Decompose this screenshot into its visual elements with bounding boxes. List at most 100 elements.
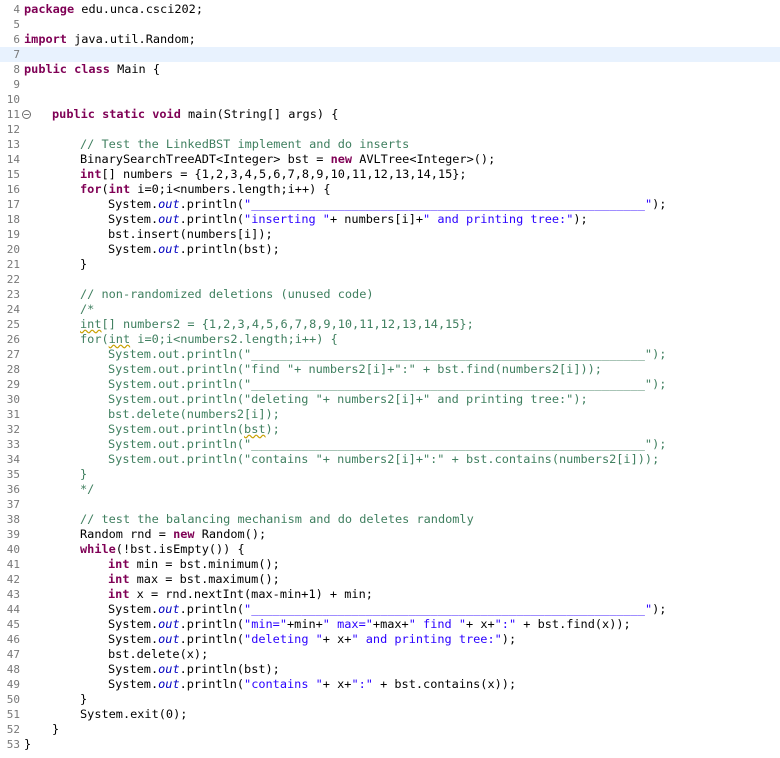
code-text[interactable]: System.out.println(bst); (108, 242, 280, 257)
code-comment[interactable]: System.out.println(bst); (108, 422, 280, 437)
code-text[interactable]: int[] numbers = {1,2,3,4,5,6,7,8,9,10,11… (80, 167, 467, 182)
code-comment[interactable]: System.out.println("contains "+ numbers2… (108, 452, 659, 467)
code-text[interactable]: System.exit(0); (80, 707, 187, 722)
line-number: 15 (6, 168, 20, 181)
code-text[interactable]: import java.util.Random; (24, 32, 196, 47)
line-number: 6 (13, 33, 20, 46)
code-line: 15 int[] numbers = {1,2,3,4,5,6,7,8,9,10… (0, 167, 780, 182)
code-comment[interactable]: System.out.println("____________________… (108, 437, 666, 452)
line-number: 37 (6, 498, 20, 511)
line-number: 32 (6, 423, 20, 436)
code-text[interactable]: System.out.println("____________________… (108, 197, 666, 212)
code-text[interactable]: System.out.println("contains "+ x+":" + … (108, 677, 516, 692)
code-line: 33 System.out.println("_________________… (0, 437, 780, 452)
line-number: 10 (6, 93, 20, 106)
code-comment[interactable]: bst.delete(numbers2[i]); (108, 407, 280, 422)
code-text[interactable]: } (80, 257, 87, 272)
line-number: 33 (6, 438, 20, 451)
code-comment[interactable]: int[] numbers2 = {1,2,3,4,5,6,7,8,9,10,1… (80, 317, 474, 332)
code-comment[interactable]: System.out.println("deleting "+ numbers2… (108, 392, 588, 407)
code-line: 12 (0, 122, 780, 137)
code-text[interactable]: Random rnd = new Random(); (80, 527, 266, 542)
code-text[interactable]: public static void main(String[] args) { (52, 107, 338, 122)
code-line: 51 System.exit(0); (0, 707, 780, 722)
code-comment[interactable]: /* (80, 302, 94, 317)
current-line-highlight: 7 (0, 47, 780, 62)
code-line: 4 package edu.unca.csci202; (0, 2, 780, 17)
code-line: 5 (0, 17, 780, 32)
code-line: 13 // Test the LinkedBST implement and d… (0, 137, 780, 152)
line-number: 30 (6, 393, 20, 406)
code-comment[interactable]: System.out.println("____________________… (108, 377, 666, 392)
code-text[interactable]: BinarySearchTreeADT<Integer> bst = new A… (80, 152, 495, 167)
code-line: 35 } (0, 467, 780, 482)
line-number: 45 (6, 618, 20, 631)
line-number: 17 (6, 198, 20, 211)
code-text[interactable]: System.out.println("inserting "+ numbers… (108, 212, 588, 227)
line-number: 38 (6, 513, 20, 526)
code-line: 10 (0, 92, 780, 107)
code-line: 52 } (0, 722, 780, 737)
code-line: 43 int x = rnd.nextInt(max-min+1) + min; (0, 587, 780, 602)
code-text[interactable]: int min = bst.minimum(); (108, 557, 280, 572)
code-text[interactable]: System.out.println("min="+min+" max="+ma… (108, 617, 631, 632)
code-line: 45 System.out.println("min="+min+" max="… (0, 617, 780, 632)
line-number: 19 (6, 228, 20, 241)
code-editor[interactable]: 4 package edu.unca.csci202; 5 6 import j… (0, 0, 780, 758)
code-comment[interactable]: System.out.println("____________________… (108, 347, 666, 362)
line-number: 52 (6, 723, 20, 736)
code-text[interactable]: bst.delete(x); (108, 647, 208, 662)
code-line: 17 System.out.println("_________________… (0, 197, 780, 212)
line-number: 48 (6, 663, 20, 676)
code-line: 34 System.out.println("contains "+ numbe… (0, 452, 780, 467)
code-comment[interactable]: for(int i=0;i<numbers2.length;i++) { (80, 332, 338, 347)
line-number: 24 (6, 303, 20, 316)
code-line: 32 System.out.println(bst); (0, 422, 780, 437)
line-number: 42 (6, 573, 20, 586)
code-comment[interactable]: // test the balancing mechanism and do d… (80, 512, 474, 527)
line-number: 25 (6, 318, 20, 331)
code-text[interactable]: bst.insert(numbers[i]); (108, 227, 273, 242)
code-text[interactable]: public class Main { (24, 62, 160, 77)
code-line: 6 import java.util.Random; (0, 32, 780, 47)
code-line: 21 } (0, 257, 780, 272)
line-number: 22 (6, 273, 20, 286)
code-text[interactable]: } (24, 737, 31, 752)
line-number: 31 (6, 408, 20, 421)
code-text[interactable]: System.out.println("deleting "+ x+" and … (108, 632, 516, 647)
fold-collapse-icon[interactable]: − (22, 110, 31, 119)
code-text[interactable]: System.out.println("____________________… (108, 602, 666, 617)
line-number: 18 (6, 213, 20, 226)
code-comment[interactable]: */ (80, 482, 94, 497)
code-line: 16 for(int i=0;i<numbers.length;i++) { (0, 182, 780, 197)
code-line: 9 (0, 77, 780, 92)
code-text[interactable]: System.out.println(bst); (108, 662, 280, 677)
code-text[interactable]: for(int i=0;i<numbers.length;i++) { (80, 182, 331, 197)
code-line: 49 System.out.println("contains "+ x+":"… (0, 677, 780, 692)
code-text[interactable]: int max = bst.maximum(); (108, 572, 280, 587)
code-line: 14 BinarySearchTreeADT<Integer> bst = ne… (0, 152, 780, 167)
code-line: 41 int min = bst.minimum(); (0, 557, 780, 572)
code-line: 24 /* (0, 302, 780, 317)
code-comment[interactable]: System.out.println("find "+ numbers2[i]+… (108, 362, 602, 377)
code-text[interactable]: while(!bst.isEmpty()) { (80, 542, 245, 557)
line-number: 5 (13, 18, 20, 31)
line-number: 29 (6, 378, 20, 391)
code-comment[interactable]: } (80, 467, 87, 482)
line-number: 9 (13, 78, 20, 91)
code-comment[interactable]: // Test the LinkedBST implement and do i… (80, 137, 409, 152)
line-number: 34 (6, 453, 20, 466)
line-number: 49 (6, 678, 20, 691)
code-line: 37 (0, 497, 780, 512)
line-number: 27 (6, 348, 20, 361)
code-line: 39 Random rnd = new Random(); (0, 527, 780, 542)
code-text[interactable]: } (80, 692, 87, 707)
code-line: 42 int max = bst.maximum(); (0, 572, 780, 587)
code-text[interactable]: int x = rnd.nextInt(max-min+1) + min; (108, 587, 373, 602)
code-text[interactable]: } (52, 722, 59, 737)
code-comment[interactable]: // non-randomized deletions (unused code… (80, 287, 374, 302)
code-text[interactable]: package edu.unca.csci202; (24, 2, 203, 17)
line-number: 16 (6, 183, 20, 196)
code-line: 18 System.out.println("inserting "+ numb… (0, 212, 780, 227)
code-line: 20 System.out.println(bst); (0, 242, 780, 257)
